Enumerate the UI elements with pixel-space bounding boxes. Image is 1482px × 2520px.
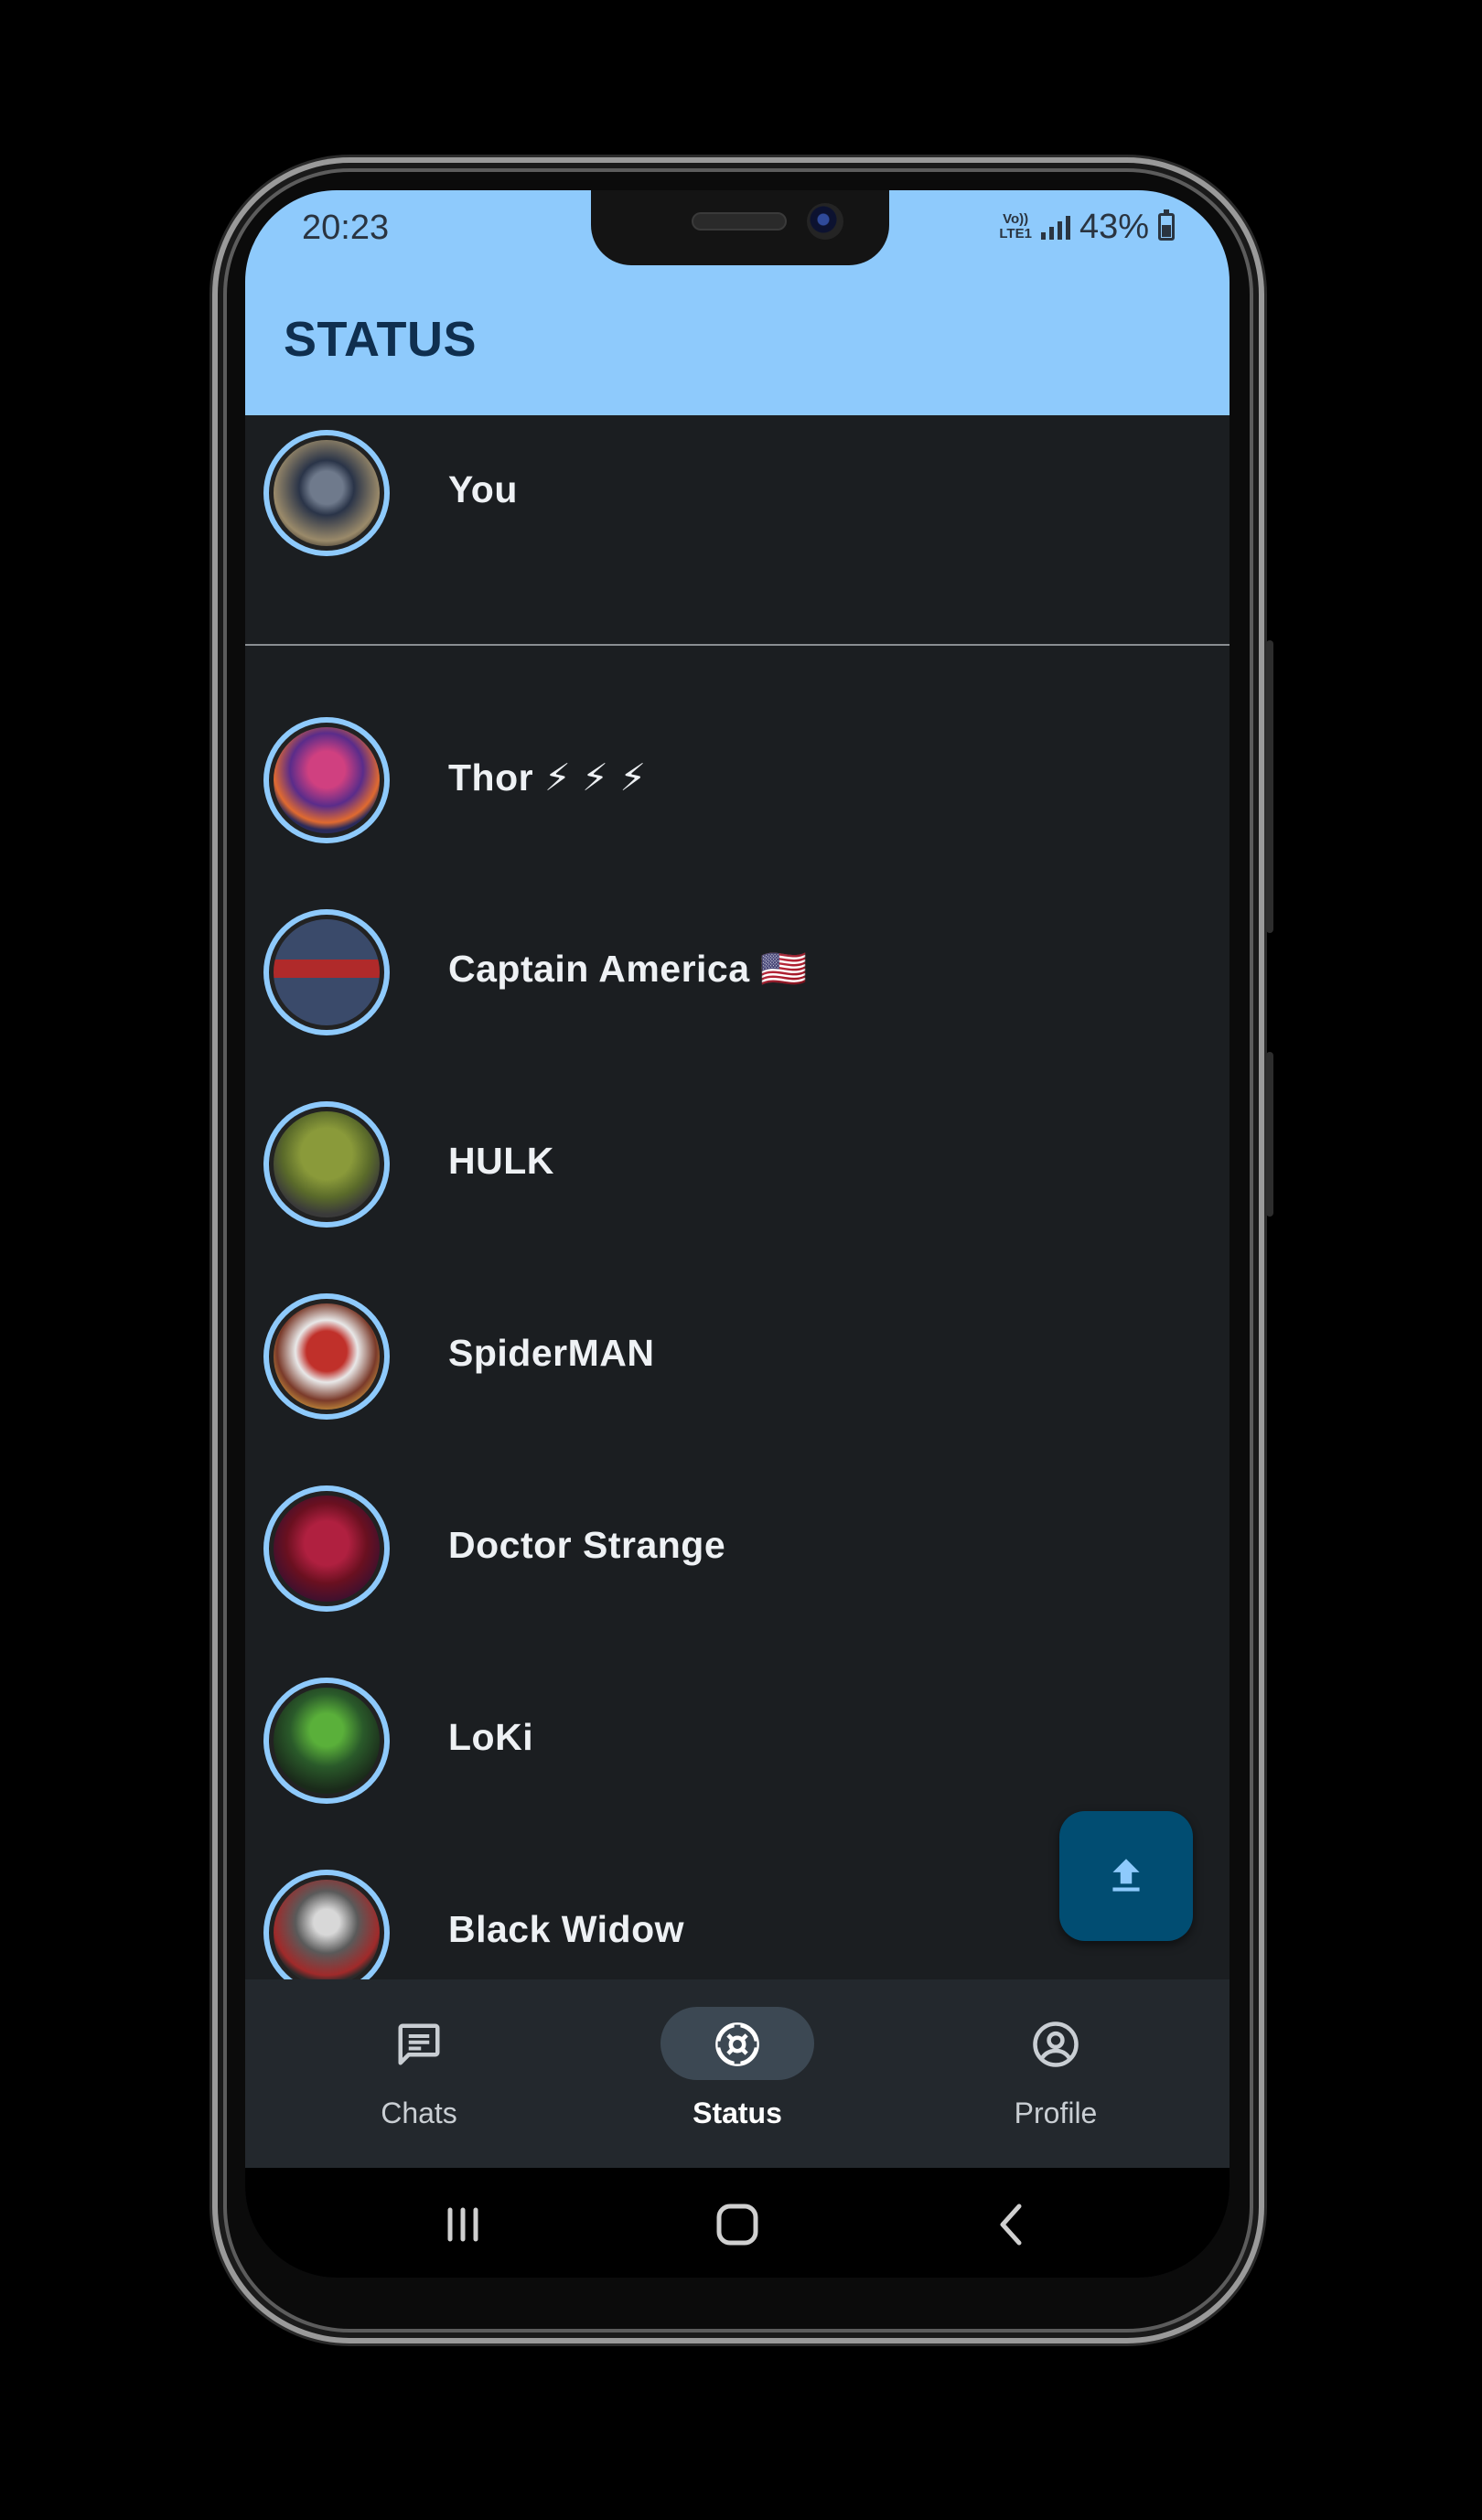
nav-chats[interactable]: Chats bbox=[309, 2005, 529, 2151]
recent-apps-icon[interactable] bbox=[435, 2197, 490, 2252]
camera-notch bbox=[591, 190, 889, 265]
bottom-navigation: Chats Status Profile bbox=[245, 1979, 1230, 2168]
list-item[interactable]: Doctor Strange bbox=[245, 1471, 1230, 1626]
status-name: Doctor Strange bbox=[448, 1524, 726, 1566]
system-icons: Vo)) LTE1 43% bbox=[999, 207, 1175, 247]
home-icon[interactable] bbox=[710, 2197, 765, 2252]
nav-label: Status bbox=[693, 2096, 782, 2129]
status-name: You bbox=[448, 468, 518, 510]
speaker-grille bbox=[692, 212, 787, 231]
status-bar: 20:23 Vo)) LTE1 43% bbox=[245, 190, 1230, 282]
back-icon[interactable] bbox=[984, 2197, 1039, 2252]
avatar bbox=[263, 1870, 390, 1996]
app-bar: STATUS bbox=[245, 282, 1230, 415]
volte-icon: Vo)) LTE1 bbox=[999, 211, 1032, 241]
chat-icon bbox=[398, 2023, 440, 2065]
avatar bbox=[263, 1485, 390, 1612]
list-item[interactable]: LoKi bbox=[245, 1663, 1230, 1818]
front-camera bbox=[807, 203, 843, 240]
volume-button bbox=[1266, 1052, 1273, 1217]
avatar bbox=[263, 717, 390, 843]
avatar bbox=[263, 909, 390, 1035]
status-name: HULK bbox=[448, 1140, 554, 1182]
avatar bbox=[263, 1101, 390, 1228]
status-icon bbox=[715, 2022, 759, 2066]
status-name: SpiderMAN bbox=[448, 1332, 655, 1374]
nav-label: Chats bbox=[381, 2096, 457, 2129]
avatar bbox=[263, 430, 390, 556]
avatar bbox=[263, 1293, 390, 1420]
status-name: Captain America 🇺🇸 bbox=[448, 948, 808, 990]
list-item[interactable]: HULK bbox=[245, 1087, 1230, 1242]
nav-profile[interactable]: Profile bbox=[946, 2005, 1165, 2151]
list-item[interactable]: SpiderMAN bbox=[245, 1279, 1230, 1434]
list-item[interactable]: Captain America 🇺🇸 bbox=[245, 895, 1230, 1050]
my-status-row[interactable]: You bbox=[245, 415, 1230, 571]
status-name: Thor ⚡ ⚡ ⚡ bbox=[448, 756, 647, 799]
system-navigation-bar bbox=[245, 2168, 1230, 2278]
page-title: STATUS bbox=[284, 312, 477, 367]
power-button bbox=[1266, 640, 1273, 933]
divider bbox=[245, 644, 1230, 646]
nav-label: Profile bbox=[1014, 2096, 1098, 2129]
nav-status[interactable]: Status bbox=[628, 2005, 847, 2151]
list-item[interactable]: Thor ⚡ ⚡ ⚡ bbox=[245, 702, 1230, 858]
phone-screen: 20:23 Vo)) LTE1 43% STATUS You Thor ⚡ ⚡ … bbox=[245, 190, 1230, 2278]
avatar bbox=[263, 1678, 390, 1804]
upload-status-button[interactable] bbox=[1059, 1811, 1193, 1941]
upload-icon bbox=[1112, 1859, 1140, 1892]
battery-percent: 43% bbox=[1079, 207, 1149, 246]
battery-icon bbox=[1158, 209, 1175, 241]
status-name: LoKi bbox=[448, 1716, 534, 1758]
signal-icon bbox=[1040, 214, 1070, 240]
account-circle-icon bbox=[1033, 2021, 1079, 2067]
status-time: 20:23 bbox=[302, 209, 390, 247]
status-name: Black Widow bbox=[448, 1908, 685, 1950]
